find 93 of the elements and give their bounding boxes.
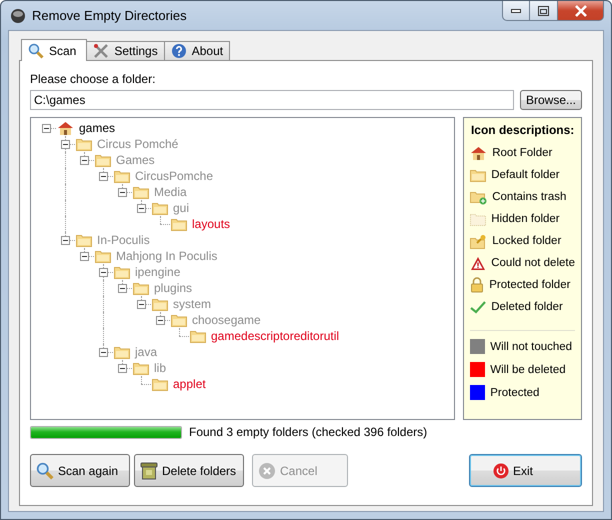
- folder-icon: [171, 313, 187, 327]
- legend-label: Locked folder: [492, 235, 562, 247]
- folder-key-icon: [470, 234, 488, 248]
- collapse-toggle[interactable]: [137, 204, 146, 213]
- folder-name[interactable]: choosegame: [192, 313, 261, 327]
- folder-icon: [133, 361, 149, 375]
- window-title: Remove Empty Directories: [32, 8, 187, 23]
- folder-name[interactable]: ipengine: [135, 265, 180, 279]
- action-button[interactable]: Delete folders: [134, 454, 244, 487]
- search-icon: [28, 42, 44, 58]
- tools-icon: [93, 43, 110, 59]
- folder-icon: [95, 153, 111, 167]
- tab[interactable]: Scan: [21, 39, 88, 61]
- folder-icon: [76, 137, 92, 151]
- folder-name[interactable]: Circus Pomché: [97, 137, 178, 151]
- collapse-toggle[interactable]: [61, 140, 70, 149]
- collapse-toggle[interactable]: [99, 268, 108, 277]
- legend-title: Icon descriptions:: [470, 123, 575, 137]
- restore-icon: [538, 6, 549, 16]
- folder-name[interactable]: gui: [173, 201, 190, 215]
- folder-name[interactable]: system: [173, 297, 212, 311]
- folder-icon: [114, 345, 130, 359]
- action-button[interactable]: Scan again: [30, 454, 130, 487]
- folder-name[interactable]: Media: [154, 185, 187, 199]
- folder-plus-icon: [470, 190, 488, 204]
- legend-label: Protected folder: [489, 279, 570, 291]
- folder-name[interactable]: Games: [116, 153, 155, 167]
- folder-name[interactable]: gamedescriptoreditorutil: [211, 329, 340, 343]
- folder-icon: [152, 201, 168, 215]
- collapse-toggle[interactable]: [118, 364, 127, 373]
- folder-name[interactable]: java: [135, 345, 158, 359]
- legend-label: Could not delete: [491, 257, 575, 269]
- legend-label: Contains trash: [492, 191, 566, 203]
- collapse-toggle[interactable]: [80, 156, 89, 165]
- power-icon: [492, 462, 509, 478]
- folder-name[interactable]: In-Poculis: [97, 233, 150, 247]
- collapse-toggle[interactable]: [137, 300, 146, 309]
- bin-icon: [140, 462, 158, 480]
- folder-name[interactable]: plugins: [154, 281, 192, 295]
- folder-icon: [114, 169, 130, 183]
- folder-path-field[interactable]: C:\games: [30, 90, 514, 110]
- folder-icon: [114, 265, 130, 279]
- collapse-toggle[interactable]: [118, 188, 127, 197]
- folder-name[interactable]: games: [79, 121, 116, 135]
- checkmark-icon: [470, 300, 486, 314]
- folder-name[interactable]: lib: [154, 361, 166, 375]
- folder-icon: [152, 377, 168, 391]
- collapse-toggle[interactable]: [156, 316, 165, 325]
- tab[interactable]: About: [164, 41, 230, 60]
- folder-icon: [76, 233, 92, 247]
- folder-label: Please choose a folder:: [30, 72, 156, 86]
- cancel-icon: [258, 462, 276, 480]
- close-button[interactable]: [558, 1, 604, 21]
- legend-label: Root Folder: [492, 147, 552, 159]
- legend-label: Will not touched: [490, 340, 572, 352]
- folder-icon: [171, 217, 187, 231]
- folder-name[interactable]: Mahjong In Poculis: [116, 249, 218, 263]
- collapse-toggle[interactable]: [118, 284, 127, 293]
- folder-icon: [133, 281, 149, 295]
- collapse-toggle[interactable]: [80, 252, 89, 261]
- legend-label: Will be deleted: [490, 364, 566, 376]
- legend-label: Deleted folder: [491, 301, 563, 313]
- app-icon: [10, 8, 26, 24]
- house-icon: [470, 146, 488, 160]
- house-icon: [57, 120, 74, 136]
- collapse-toggle[interactable]: [99, 348, 108, 357]
- padlock-icon: [470, 277, 484, 293]
- collapse-toggle[interactable]: [42, 124, 51, 133]
- status-text: Found 3 empty folders (checked 396 folders): [189, 425, 428, 439]
- exit-button[interactable]: Exit: [469, 454, 582, 487]
- collapse-toggle[interactable]: [99, 172, 108, 181]
- warning-icon: [470, 256, 486, 270]
- maximize-button[interactable]: [530, 1, 558, 21]
- legend-label: Hidden folder: [491, 213, 560, 225]
- browse-button[interactable]: Browse...: [520, 90, 582, 110]
- folder-name[interactable]: CircusPomche: [135, 169, 214, 183]
- minimize-icon: [511, 8, 521, 12]
- legend-label: Protected: [490, 386, 540, 398]
- folder-icon: [470, 168, 486, 182]
- folder-icon: [190, 329, 206, 343]
- minimize-button[interactable]: [502, 1, 530, 21]
- folder-icon: [133, 185, 149, 199]
- tab[interactable]: Settings: [86, 41, 165, 60]
- folder-icon: [95, 249, 111, 263]
- legend-label: Default folder: [491, 169, 560, 181]
- dotted-folder-icon: [470, 212, 486, 226]
- collapse-toggle[interactable]: [61, 236, 70, 245]
- help-icon: [170, 43, 187, 59]
- close-icon: [574, 4, 588, 16]
- folder-icon: [152, 297, 168, 311]
- folder-name[interactable]: applet: [173, 377, 206, 391]
- search-icon: [36, 462, 54, 480]
- folder-name[interactable]: layouts: [192, 217, 230, 231]
